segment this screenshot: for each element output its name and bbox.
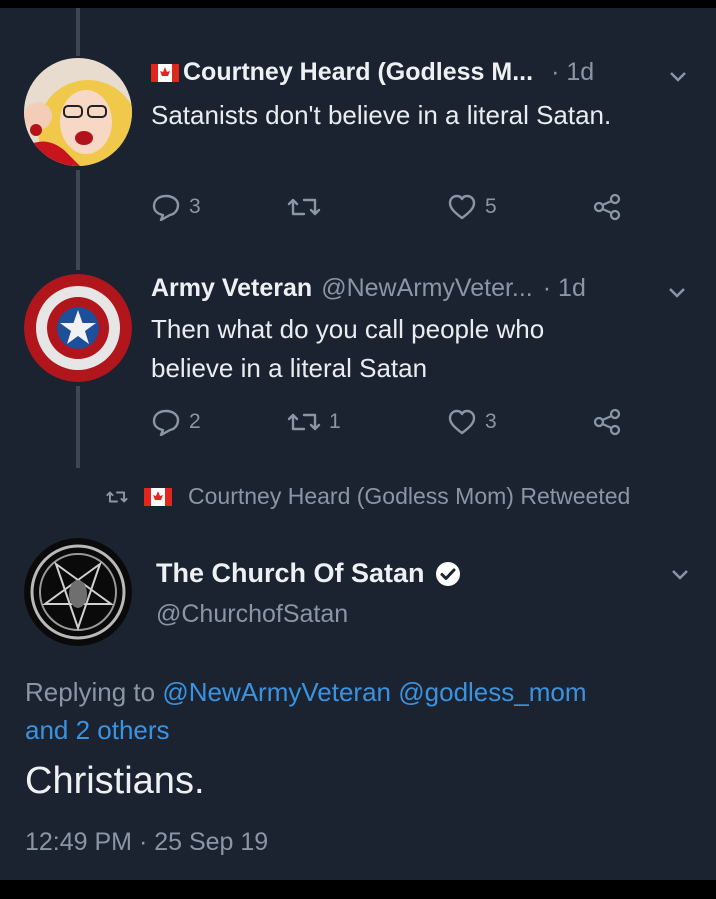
thread-line-top — [76, 8, 80, 56]
reply-mention-newarmyveteran[interactable]: @NewArmyVeteran — [162, 677, 391, 707]
retweeted-banner-text: Courtney Heard (Godless Mom) Retweeted — [188, 483, 631, 509]
canada-flag-icon — [144, 487, 172, 506]
tweet2-text-line2: believe in a literal Satan — [151, 353, 428, 383]
tweet1-retweet-button[interactable] — [287, 193, 329, 221]
like-icon — [448, 409, 476, 435]
tweet2-time[interactable]: · 1d — [543, 274, 586, 303]
replying-to: Replying to @NewArmyVeteran @godless_mom… — [25, 673, 685, 749]
tweet2-text-line1: Then what do you call people who — [151, 314, 545, 344]
captain-shield-icon — [24, 274, 132, 382]
reply-mention-others[interactable]: and 2 others — [25, 715, 170, 745]
tweet1-reply-button[interactable]: 3 — [151, 193, 201, 221]
reply-icon — [152, 194, 180, 221]
tweet1-author-name[interactable]: Courtney Heard (Godless M... — [183, 58, 533, 87]
tweet2-reply-button[interactable]: 2 — [151, 408, 201, 436]
tweet1-like-count: 5 — [485, 195, 497, 218]
retweet-icon — [287, 413, 321, 431]
tweet2-reply-count: 2 — [189, 410, 201, 433]
tweet1-text: Satanists don't believe in a literal Sat… — [151, 100, 612, 130]
tweet1-time[interactable]: · 1d — [551, 58, 594, 87]
retweet-icon — [106, 491, 128, 502]
tweet1-header: Courtney Heard (Godless M... · 1d — [151, 58, 594, 87]
chevron-down-icon[interactable] — [669, 71, 687, 82]
tweet2-retweet-button[interactable]: 1 — [287, 408, 341, 436]
tweet2-author-name[interactable]: Army Veteran — [151, 274, 312, 303]
replying-to-prefix: Replying to — [25, 677, 156, 707]
main-author-name[interactable]: The Church Of Satan — [156, 558, 425, 589]
sigil-of-baphomet-icon — [24, 538, 132, 646]
chevron-down-icon[interactable] — [668, 287, 686, 298]
reply-mention-godless-mom[interactable]: @godless_mom — [398, 677, 586, 707]
tweet2-actions: 2 1 3 — [151, 408, 631, 438]
thread-line-2 — [76, 386, 80, 468]
retweeted-banner[interactable]: Courtney Heard (Godless Mom) Retweeted — [106, 483, 630, 510]
tweet2-header: Army Veteran @NewArmyVeter... · 1d — [151, 274, 586, 303]
share-icon — [593, 408, 621, 436]
tweet1-share-button[interactable] — [592, 193, 632, 221]
main-tweet-text: Christians. — [25, 760, 205, 802]
tweet1-reply-count: 3 — [189, 195, 201, 218]
main-author-handle[interactable]: @ChurchofSatan — [156, 600, 348, 629]
canada-flag-icon — [151, 63, 179, 82]
avatar-army-veteran[interactable] — [24, 274, 132, 382]
tweet2-handle[interactable]: @NewArmyVeter... — [321, 274, 533, 303]
chevron-down-icon[interactable] — [671, 569, 689, 580]
tweet2-share-button[interactable] — [592, 408, 632, 436]
reply-icon — [152, 409, 180, 436]
main-author-header: The Church Of Satan — [156, 558, 461, 589]
tweet1-like-button[interactable]: 5 — [447, 193, 497, 221]
tweet2-text: Then what do you call people who believe… — [151, 310, 544, 388]
tweet2-like-count: 3 — [485, 410, 497, 433]
retweet-icon — [287, 198, 321, 216]
verified-badge-icon — [435, 561, 460, 586]
main-tweet-timestamp[interactable]: 12:49 PM · 25 Sep 19 — [25, 828, 268, 857]
tweet2-like-button[interactable]: 3 — [447, 408, 497, 436]
avatar-courtney[interactable] — [24, 58, 132, 166]
avatar-courtney-image — [24, 58, 132, 166]
tweet2-retweet-count: 1 — [329, 410, 341, 433]
avatar-church-of-satan[interactable] — [24, 538, 132, 646]
share-icon — [593, 193, 621, 221]
thread-line-1 — [76, 170, 80, 270]
screenshot-frame: Courtney Heard (Godless M... · 1d Satani… — [0, 8, 716, 880]
like-icon — [448, 194, 476, 220]
tweet1-actions: 3 5 — [151, 193, 631, 223]
